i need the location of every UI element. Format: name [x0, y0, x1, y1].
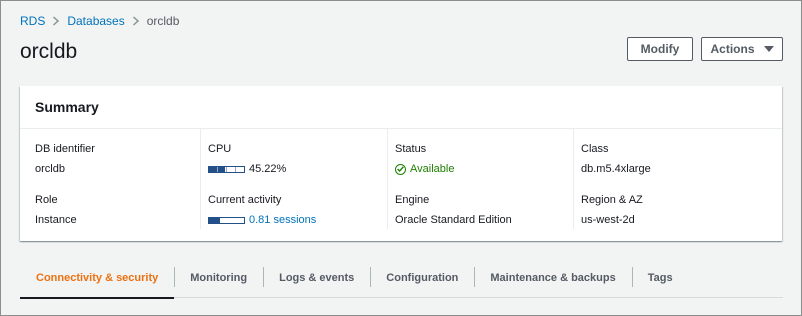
- breadcrumb-rds[interactable]: RDS: [20, 14, 45, 28]
- summary-title: Summary: [20, 86, 782, 129]
- chevron-right-icon: [125, 16, 147, 26]
- summary-grid: DB identifier orcldb Role Instance CPU 4…: [20, 129, 782, 241]
- role-label: Role: [35, 194, 58, 206]
- db-identifier-label: DB identifier: [35, 143, 95, 155]
- breadcrumb-databases[interactable]: Databases: [67, 14, 124, 28]
- engine-field: Engine Oracle Standard Edition: [395, 193, 573, 244]
- page-title: orcldb: [20, 40, 78, 63]
- tab-label: Tags: [647, 271, 673, 284]
- tab-configuration[interactable]: Configuration: [370, 263, 474, 298]
- tab-label: Monitoring: [190, 271, 248, 284]
- modify-button[interactable]: Modify: [627, 37, 693, 61]
- summary-panel: Summary DB identifier orcldb Role Instan…: [20, 86, 782, 241]
- tab-label: Logs & events: [279, 271, 355, 284]
- breadcrumb-current: orcldb: [146, 14, 180, 28]
- engine-value: Oracle Standard Edition: [395, 214, 512, 226]
- db-identifier-field: DB identifier orcldb: [35, 142, 207, 193]
- role-value: Instance: [35, 214, 77, 226]
- class-label: Class: [581, 143, 609, 155]
- cpu-meter-ticks: [209, 166, 244, 172]
- status-value-row: Available: [395, 162, 573, 176]
- activity-meter: [208, 216, 245, 224]
- current-activity-value-row: 0.81 sessions: [208, 213, 387, 227]
- status-value: Available: [410, 163, 455, 175]
- tab-connectivity-security[interactable]: Connectivity & security: [20, 263, 175, 299]
- actions-button[interactable]: Actions: [701, 37, 783, 61]
- cpu-value: 45.22%: [249, 163, 287, 175]
- tab-label: Connectivity & security: [36, 271, 159, 284]
- tab-maintenance-backups[interactable]: Maintenance & backups: [474, 263, 631, 298]
- activity-meter-fill: [209, 217, 220, 223]
- db-identifier-value: orcldb: [35, 163, 65, 175]
- cpu-label: CPU: [208, 143, 232, 155]
- breadcrumb: RDS Databases orcldb: [20, 14, 179, 28]
- region-label: Region & AZ: [581, 194, 643, 206]
- tab-bar: Connectivity & security Monitoring Logs …: [20, 263, 783, 299]
- status-field: Status Available: [395, 142, 573, 193]
- region-value: us-west-2d: [581, 214, 635, 226]
- tab-label: Configuration: [386, 271, 459, 284]
- summary-column-4: Class db.m5.4xlarge Region & AZ us-west-…: [573, 129, 782, 241]
- check-circle-icon: [395, 163, 406, 175]
- cpu-meter: [208, 165, 245, 173]
- sessions-link[interactable]: 0.81 sessions: [249, 213, 316, 227]
- summary-column-3: Status Available Engine Oracle Standard …: [387, 129, 573, 241]
- summary-column-1: DB identifier orcldb Role Instance: [20, 129, 207, 241]
- role-field: Role Instance: [35, 193, 207, 244]
- tab-monitoring[interactable]: Monitoring: [174, 263, 263, 298]
- tab-logs-events[interactable]: Logs & events: [263, 263, 370, 298]
- actions-button-label: Actions: [710, 42, 755, 56]
- chevron-right-icon: [45, 16, 67, 26]
- cpu-field: CPU 45.22%: [208, 142, 387, 193]
- current-activity-label: Current activity: [208, 194, 282, 206]
- tab-label: Maintenance & backups: [490, 271, 616, 284]
- tab-tags[interactable]: Tags: [631, 263, 689, 298]
- caret-down-icon: [763, 46, 774, 52]
- class-field: Class db.m5.4xlarge: [581, 142, 782, 193]
- status-label: Status: [395, 143, 427, 155]
- class-value: db.m5.4xlarge: [581, 163, 651, 175]
- engine-label: Engine: [395, 194, 430, 206]
- cpu-value-row: 45.22%: [208, 162, 387, 176]
- header-actions: Modify Actions: [627, 37, 783, 61]
- summary-column-2: CPU 45.22% Current activity 0.81 session…: [200, 129, 387, 241]
- current-activity-field: Current activity 0.81 sessions: [208, 193, 387, 244]
- region-field: Region & AZ us-west-2d: [581, 193, 782, 244]
